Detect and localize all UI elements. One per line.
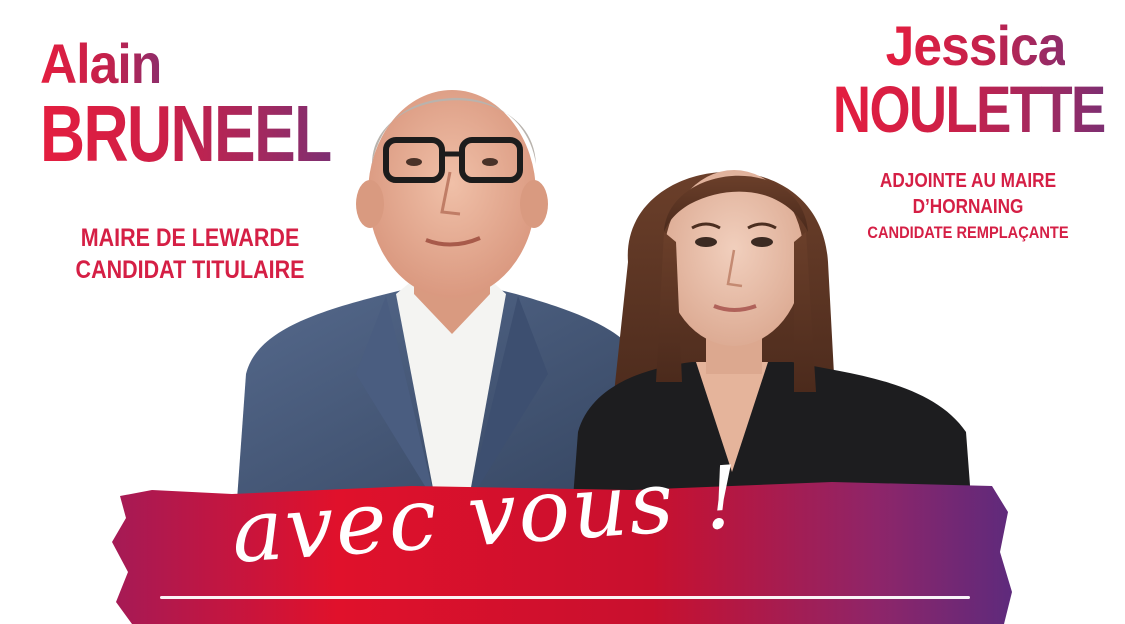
titular-first-name: Alain — [40, 32, 162, 95]
slogan-underline — [160, 596, 970, 599]
substitute-first-name: Jessica — [885, 14, 1066, 77]
